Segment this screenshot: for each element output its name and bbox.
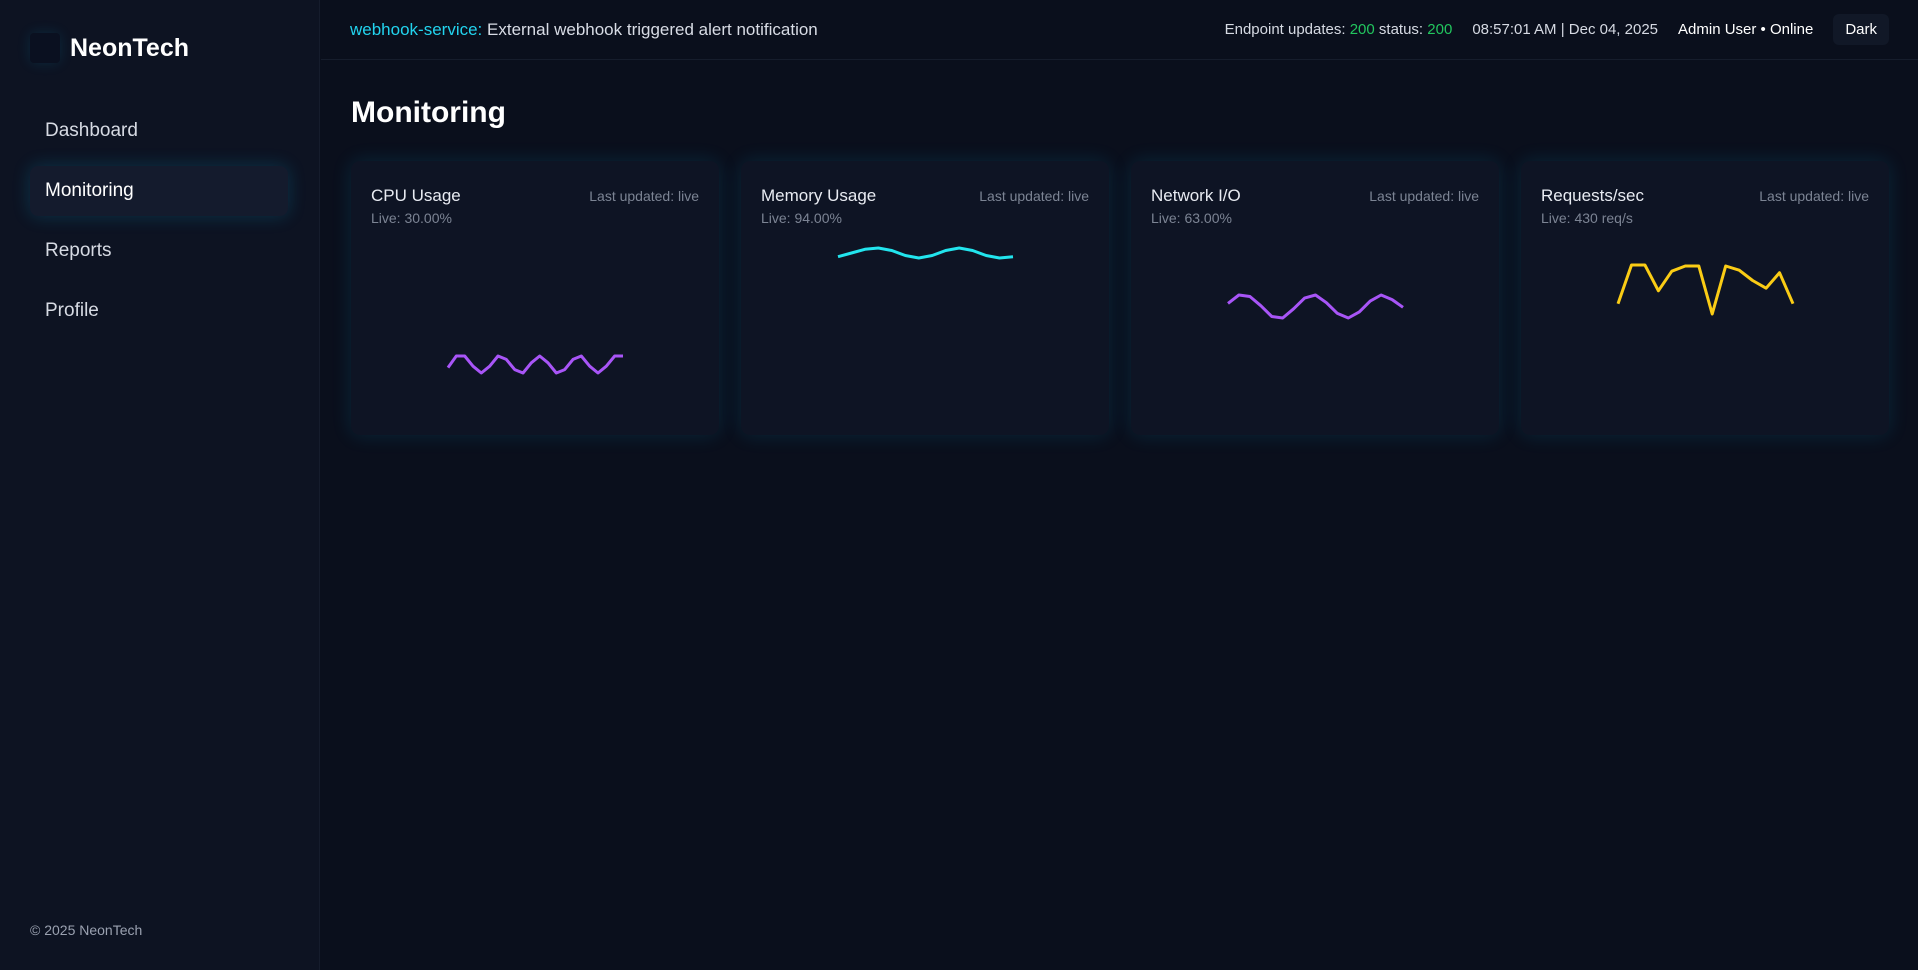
cpu-sparkline xyxy=(446,354,623,375)
brand-name: NeonTech xyxy=(70,33,189,62)
brand-logo[interactable]: NeonTech xyxy=(30,33,189,63)
sidebar: NeonTech Dashboard Monitoring Reports Pr… xyxy=(0,0,320,970)
cpu-usage-card: CPU Usage Live: 30.00% Last updated: liv… xyxy=(351,161,719,435)
memory-sparkline xyxy=(837,246,1014,260)
page-title: Monitoring xyxy=(351,96,506,129)
network-io-card: Network I/O Live: 63.00% Last updated: l… xyxy=(1131,161,1499,435)
card-title: CPU Usage xyxy=(371,186,461,205)
sidebar-footer: © 2025 NeonTech xyxy=(30,922,143,938)
alert-ticker: webhook-service: External webhook trigge… xyxy=(350,20,818,40)
theme-toggle-button[interactable]: Dark xyxy=(1833,14,1889,45)
card-last-updated: Last updated: live xyxy=(1369,188,1479,204)
endpoint-status: Endpoint updates: 200 status: 200 xyxy=(1225,21,1453,38)
card-last-updated: Last updated: live xyxy=(979,188,1089,204)
sidebar-item-monitoring[interactable]: Monitoring xyxy=(30,166,288,216)
sidebar-item-dashboard[interactable]: Dashboard xyxy=(30,106,288,156)
card-title: Memory Usage xyxy=(761,186,877,205)
sidebar-item-profile[interactable]: Profile xyxy=(30,286,288,336)
sparkline-line xyxy=(837,246,1014,260)
status-value: 200 xyxy=(1427,21,1453,38)
card-title: Network I/O xyxy=(1151,186,1241,205)
logo-mark-icon xyxy=(30,33,60,63)
endpoint-value: 200 xyxy=(1349,21,1375,38)
sidebar-nav: Dashboard Monitoring Reports Profile xyxy=(30,106,288,346)
memory-usage-card: Memory Usage Live: 94.00% Last updated: … xyxy=(741,161,1109,435)
card-title: Requests/sec xyxy=(1541,186,1644,205)
alert-text: External webhook triggered alert notific… xyxy=(482,19,818,39)
network-sparkline xyxy=(1227,293,1404,320)
top-header: webhook-service: External webhook trigge… xyxy=(321,0,1918,60)
endpoint-label: Endpoint updates: xyxy=(1224,21,1350,38)
card-last-updated: Last updated: live xyxy=(1759,188,1869,204)
datetime: 08:57:01 AM | Dec 04, 2025 xyxy=(1472,21,1659,38)
sidebar-item-reports[interactable]: Reports xyxy=(30,226,288,276)
card-live-value: Live: 30.00% xyxy=(371,210,452,226)
sparkline-line xyxy=(446,354,623,375)
status-label: status: xyxy=(1374,21,1428,38)
user-status[interactable]: Admin User • Online xyxy=(1678,21,1813,38)
requests-per-sec-card: Requests/sec Live: 430 req/s Last update… xyxy=(1521,161,1889,435)
sparkline-line xyxy=(1616,263,1795,316)
card-last-updated: Last updated: live xyxy=(589,188,699,204)
alert-service: webhook-service: xyxy=(350,19,483,39)
card-live-value: Live: 63.00% xyxy=(1151,210,1232,226)
requests-sparkline xyxy=(1616,263,1795,316)
card-live-value: Live: 94.00% xyxy=(761,210,842,226)
sparkline-line xyxy=(1227,293,1404,320)
card-live-value: Live: 430 req/s xyxy=(1541,210,1633,226)
